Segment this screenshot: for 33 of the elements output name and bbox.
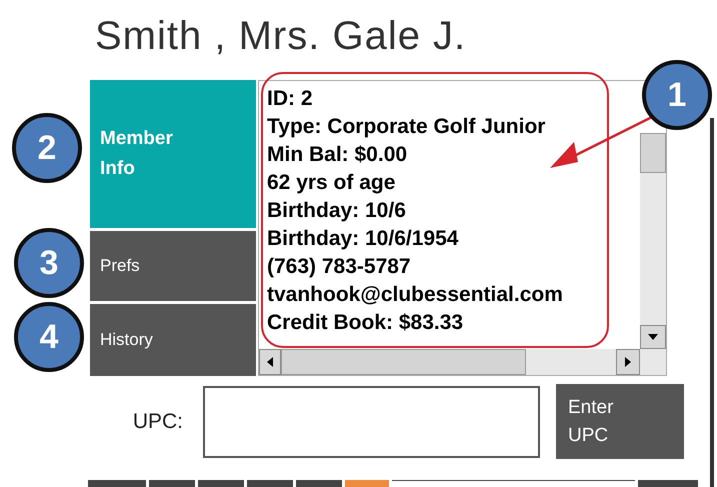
tab[interactable]: History xyxy=(90,304,256,376)
bar-segment xyxy=(345,480,389,487)
callout-badge: 4 xyxy=(14,302,84,372)
tab[interactable]: Prefs xyxy=(90,231,256,301)
scroll-thumb[interactable] xyxy=(281,349,526,375)
member-name: Smith , Mrs. Gale J. xyxy=(95,13,466,60)
info-line: Birthday: 10/6/1954 xyxy=(267,226,460,252)
info-line: 62 yrs of age xyxy=(267,170,396,196)
info-line: (763) 783-5787 xyxy=(267,254,412,280)
bar-segment xyxy=(247,480,293,487)
upc-label: UPC: xyxy=(132,408,183,435)
enter-upc-button[interactable]: Enter UPC xyxy=(556,384,684,459)
bar-segment xyxy=(88,480,146,487)
info-line: Birthday: 10/6 xyxy=(267,198,407,224)
scroll-left-icon[interactable] xyxy=(259,349,281,375)
bar-segment xyxy=(198,480,244,487)
vertical-scrollbar[interactable] xyxy=(640,133,666,349)
bar-segment xyxy=(149,480,195,487)
callout-badge: 2 xyxy=(12,113,82,183)
horizontal-scrollbar[interactable] xyxy=(259,349,666,375)
info-line: Type: Corporate Golf Junior xyxy=(267,114,546,140)
callout-badge: 3 xyxy=(14,228,84,298)
info-line: ID: 2 xyxy=(267,86,314,112)
info-line: tvanhook@clubessential.com xyxy=(267,282,564,308)
info-line: Min Bal: $0.00 xyxy=(267,142,408,168)
callout-badge: 1 xyxy=(642,60,712,130)
scroll-down-icon[interactable] xyxy=(640,325,666,349)
bar-segment xyxy=(296,480,342,487)
scroll-right-icon[interactable] xyxy=(616,349,640,375)
info-line: Credit Book: $83.33 xyxy=(267,310,464,336)
upc-field[interactable] xyxy=(203,386,540,458)
scroll-thumb[interactable] xyxy=(640,133,666,173)
bar-segment xyxy=(638,480,698,487)
